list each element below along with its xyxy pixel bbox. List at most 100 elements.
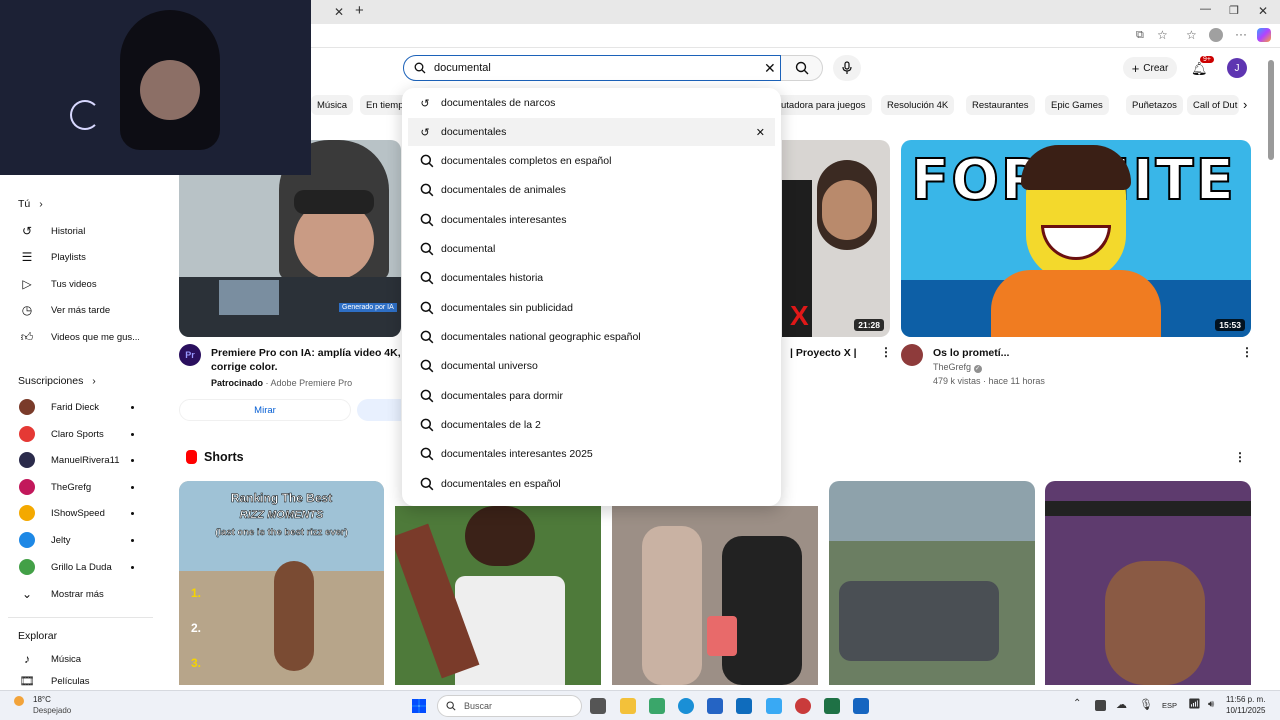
- subscriptions-header[interactable]: Suscripciones ›: [18, 375, 96, 387]
- channel-avatar-thegrefg[interactable]: [901, 344, 923, 366]
- mid-video-thumbnail[interactable]: X 21:28: [782, 140, 890, 337]
- chip-musica[interactable]: Música: [311, 95, 354, 115]
- fortnite-video-thumbnail[interactable]: FORTNITE 15:53: [901, 140, 1251, 337]
- outlook-icon[interactable]: [736, 698, 752, 714]
- video-channel[interactable]: TheGrefg ✓: [933, 362, 982, 373]
- sidebar-item-liked[interactable]: 👍︎ Videos que me gus...: [0, 325, 150, 349]
- sidebar-sub-grillo[interactable]: Grillo La Duda: [0, 555, 150, 579]
- account-avatar[interactable]: J: [1227, 58, 1247, 78]
- close-tab-icon[interactable]: ✕: [334, 5, 344, 19]
- mic-tray-icon[interactable]: 🎙︎: [1139, 698, 1153, 711]
- new-tab-icon[interactable]: +: [355, 2, 364, 19]
- suggestion-item[interactable]: documentales national geographic español: [408, 323, 775, 351]
- suggestion-item[interactable]: documental universo: [408, 352, 775, 380]
- ad-cta-secondary[interactable]: [357, 399, 401, 421]
- short-thumbnail-4[interactable]: [829, 481, 1035, 685]
- file-explorer-icon[interactable]: [620, 698, 636, 714]
- chevron-right-icon[interactable]: ›: [1243, 97, 1247, 112]
- fortnite-video-title[interactable]: Os lo prometí...: [933, 346, 1009, 360]
- you-section-header[interactable]: Tú ›: [18, 198, 43, 210]
- sidebar-sub-jelty[interactable]: Jelty: [0, 528, 150, 552]
- ad-video-title[interactable]: Premiere Pro con IA: amplía video 4K, tr…: [211, 346, 403, 374]
- suggestion-item[interactable]: documentales sin publicidad: [408, 294, 775, 322]
- cloud-icon[interactable]: ☁︎: [1116, 698, 1127, 711]
- mid-video-title[interactable]: | Proyecto X |: [790, 346, 857, 360]
- search-input[interactable]: [434, 62, 754, 74]
- suggestion-item[interactable]: documental: [408, 235, 775, 263]
- app-icon-red[interactable]: [795, 698, 811, 714]
- suggestion-item[interactable]: documentales de animales: [408, 176, 775, 204]
- sidebar-item-playlists[interactable]: ☰ Playlists: [0, 245, 150, 269]
- sidebar-item-historial[interactable]: ↺ Historial: [0, 219, 150, 243]
- favorite-star-icon[interactable]: ☆: [1157, 28, 1168, 42]
- ad-cta-button[interactable]: Mirar: [179, 399, 351, 421]
- sidebar-item-peliculas[interactable]: 🎞︎ Películas: [0, 673, 150, 689]
- page-scrollbar[interactable]: [1268, 60, 1274, 160]
- sidebar-item-musica[interactable]: ♪ Música: [0, 647, 150, 671]
- app-icon-green[interactable]: [649, 698, 665, 714]
- more-icon[interactable]: ···: [1235, 27, 1247, 41]
- more-options-icon[interactable]: ⋮: [880, 345, 892, 359]
- weather-temp[interactable]: 18°C: [33, 695, 51, 704]
- suggestion-item[interactable]: ↺ documentales ✕: [408, 118, 775, 146]
- sidebar-sub-farid-dieck[interactable]: Farid Dieck: [0, 395, 150, 419]
- sidebar-sub-claro-sports[interactable]: Claro Sports: [0, 422, 150, 446]
- short-thumbnail-3[interactable]: [612, 506, 818, 685]
- chip-call-of-duty[interactable]: Call of Dut: [1187, 95, 1239, 115]
- suggestion-item[interactable]: documentales historia: [408, 264, 775, 292]
- clear-search-icon[interactable]: ✕: [764, 60, 776, 77]
- suggestion-item[interactable]: documentales interesantes: [408, 206, 775, 234]
- clock-date[interactable]: 10/11/2025: [1226, 706, 1265, 715]
- search-button[interactable]: [781, 55, 823, 81]
- chip-resolucion[interactable]: Resolución 4K: [881, 95, 955, 115]
- clock-time[interactable]: 11:56 p. m.: [1226, 695, 1265, 704]
- suggestion-item[interactable]: documentales para dormir: [408, 382, 775, 410]
- channel-avatar-premiere[interactable]: Pr: [179, 344, 201, 366]
- copilot-icon[interactable]: [1257, 28, 1271, 42]
- notifications-button[interactable]: 🔔︎ 9+: [1191, 56, 1214, 78]
- app-icon-blue[interactable]: [853, 698, 869, 714]
- sidebar-sub-thegrefg[interactable]: TheGrefg: [0, 475, 150, 499]
- sidebar-sub-ishowspeed[interactable]: IShowSpeed: [0, 501, 150, 525]
- network-icon[interactable]: 📶︎: [1188, 699, 1201, 710]
- store-icon[interactable]: [707, 698, 723, 714]
- sidebar-item-tus-videos[interactable]: ▷ Tus videos: [0, 272, 150, 296]
- windows-start-icon[interactable]: [412, 699, 426, 713]
- suggestion-item[interactable]: ↺ documentales de narcos: [408, 89, 775, 117]
- search-box[interactable]: ✕: [403, 55, 781, 81]
- volume-icon[interactable]: 🔊︎: [1208, 699, 1214, 710]
- sidebar-item-ver-mas-tarde[interactable]: ◷ Ver más tarde: [0, 298, 150, 322]
- profile-icon[interactable]: [1209, 28, 1223, 42]
- taskbar-search[interactable]: Buscar: [437, 695, 582, 717]
- short-thumbnail-5[interactable]: [1045, 481, 1251, 685]
- remove-suggestion-icon[interactable]: ✕: [756, 126, 765, 139]
- close-window-icon[interactable]: ✕: [1258, 4, 1268, 18]
- chip-punetazos[interactable]: Puñetazos: [1126, 95, 1183, 115]
- excel-icon[interactable]: [824, 698, 840, 714]
- chip-restaurantes[interactable]: Restaurantes: [966, 95, 1035, 115]
- task-view-icon[interactable]: [590, 698, 606, 714]
- app-available-icon[interactable]: ⧉: [1136, 29, 1144, 42]
- sidebar-sub-manuelrivera[interactable]: ManuelRivera11: [0, 448, 150, 472]
- short-thumbnail-2[interactable]: [395, 506, 601, 685]
- tray-icon-1[interactable]: [1095, 700, 1106, 711]
- edge-icon[interactable]: [678, 698, 694, 714]
- language-indicator[interactable]: ESP: [1162, 701, 1177, 710]
- suggestion-item[interactable]: documentales en español: [408, 470, 775, 498]
- suggestion-item[interactable]: documentales interesantes 2025: [408, 440, 775, 468]
- more-options-icon[interactable]: ⋮: [1241, 345, 1253, 359]
- voice-search-button[interactable]: [833, 55, 861, 81]
- create-button[interactable]: + Crear: [1123, 57, 1177, 79]
- chip-epic-games[interactable]: Epic Games: [1045, 95, 1109, 115]
- chevron-up-icon[interactable]: ⌃: [1073, 698, 1081, 709]
- sidebar-show-more[interactable]: ⌄ Mostrar más: [0, 582, 150, 606]
- suggestion-item[interactable]: documentales completos en español: [408, 147, 775, 175]
- short-thumbnail-1[interactable]: Ranking The Best RIZZ MOMENTS (last one …: [179, 481, 384, 685]
- chip-computadora[interactable]: utadora para juegos: [779, 95, 872, 115]
- minimize-icon[interactable]: —: [1200, 3, 1211, 15]
- maximize-icon[interactable]: ❐: [1229, 4, 1239, 17]
- app-icon-f[interactable]: [766, 698, 782, 714]
- weather-icon[interactable]: [14, 696, 24, 706]
- more-options-icon[interactable]: ⋮: [1234, 450, 1246, 464]
- suggestion-item[interactable]: documentales de la 2: [408, 411, 775, 439]
